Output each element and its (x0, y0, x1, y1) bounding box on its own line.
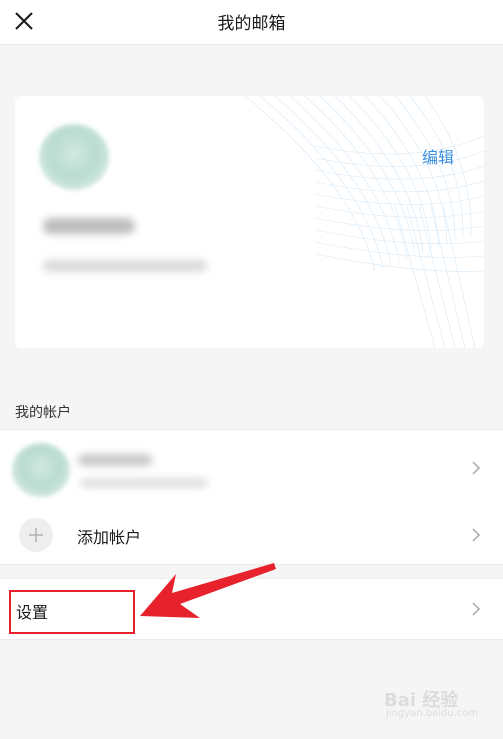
chevron-right-icon (472, 602, 481, 616)
account-email-blurred (80, 478, 208, 488)
add-account-label: 添加帐户 (77, 528, 142, 547)
profile-avatar[interactable] (39, 124, 109, 190)
profile-card: 编辑 (15, 96, 484, 348)
accounts-section-label: 我的帐户 (15, 405, 71, 421)
chevron-right-icon (472, 461, 481, 475)
watermark-url: jingyan.baidu.com (386, 708, 479, 719)
annotation-highlight-box (9, 590, 135, 634)
account-avatar (12, 443, 70, 497)
annotation-arrow (140, 563, 276, 618)
add-account-row[interactable]: 添加帐户 (0, 506, 503, 565)
chevron-right-icon (472, 528, 481, 542)
profile-name-blurred (43, 218, 135, 234)
account-name-blurred (78, 454, 152, 466)
header-bar: 我的邮箱 (0, 0, 503, 45)
edit-profile-link[interactable]: 编辑 (422, 144, 454, 168)
page-title: 我的邮箱 (217, 14, 286, 34)
profile-email-blurred (43, 260, 207, 272)
watermark: Bai 经验 jingyan.baidu.com (384, 686, 484, 726)
plus-icon (19, 518, 53, 552)
account-row[interactable] (0, 429, 503, 507)
